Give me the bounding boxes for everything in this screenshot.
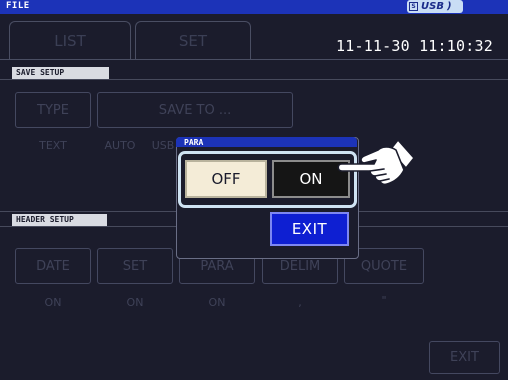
save-setup-section-label: SAVE SETUP [12, 67, 109, 79]
screen: FILE S USB ) LIST SET 11-11-30 11:10:32 … [0, 0, 508, 380]
save-setup-divider [0, 79, 508, 80]
type-button[interactable]: TYPE [15, 92, 91, 128]
tab-set[interactable]: SET [135, 21, 251, 60]
save-to-value-auto: AUTO [104, 139, 136, 152]
exit-button-label: EXIT [450, 350, 479, 365]
header-set-label: SET [122, 258, 148, 274]
tab-divider [0, 59, 508, 60]
window-title: FILE [6, 1, 30, 11]
header-para-label: PARA [200, 258, 234, 274]
para-dialog-title: PARA [184, 138, 204, 147]
tab-set-label: SET [178, 32, 208, 50]
header-setup-section-label: HEADER SETUP [12, 214, 107, 226]
popup-exit-label: EXIT [291, 220, 328, 238]
type-button-label: TYPE [37, 102, 69, 118]
tab-list[interactable]: LIST [9, 21, 131, 60]
off-button-label: OFF [211, 170, 241, 188]
pointing-hand-icon [337, 139, 415, 186]
header-date-button[interactable]: DATE [15, 248, 91, 284]
off-button[interactable]: OFF [185, 160, 267, 198]
title-bar: FILE S USB ) [0, 0, 508, 14]
header-para-value: ON [208, 296, 226, 309]
popup-exit-button[interactable]: EXIT [270, 212, 349, 246]
tab-list-label: LIST [54, 32, 86, 50]
header-delim-value: , [298, 296, 302, 309]
usb-label: USB [421, 1, 444, 12]
type-value: TEXT [39, 139, 67, 152]
usb-indicator: S USB ) [407, 0, 463, 13]
save-to-button[interactable]: SAVE TO ... [97, 92, 293, 128]
on-button-label: ON [299, 170, 323, 188]
save-to-button-label: SAVE TO ... [158, 102, 232, 118]
memory-icon: S [409, 2, 418, 11]
exit-button[interactable]: EXIT [429, 341, 500, 374]
header-delim-label: DELIM [279, 258, 321, 274]
header-set-button[interactable]: SET [97, 248, 173, 284]
usb-bracket-icon: ) [446, 1, 452, 12]
header-date-value: ON [44, 296, 62, 309]
header-quote-label: QUOTE [360, 258, 408, 274]
header-set-value: ON [126, 296, 144, 309]
clock-display: 11-11-30 11:10:32 [336, 37, 493, 55]
header-quote-value: " [381, 294, 387, 307]
save-to-value-usb: USB [151, 139, 175, 152]
header-date-label: DATE [36, 258, 70, 274]
